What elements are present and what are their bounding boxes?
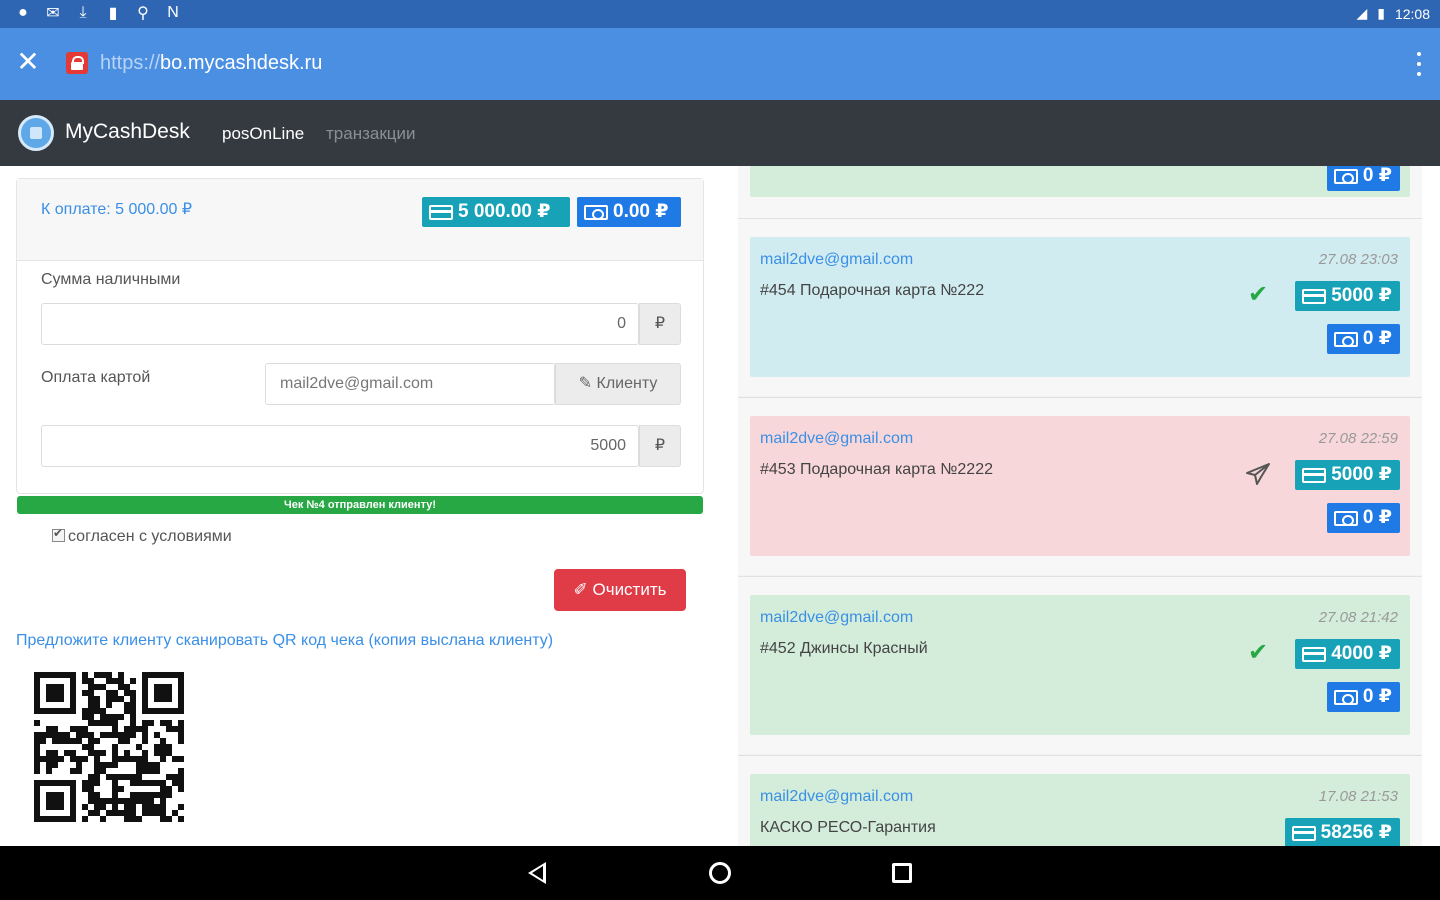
payment-card-header: К оплате: 5 000.00 ₽ 5 000.00 ₽ 0.00 ₽ [17, 179, 703, 261]
url-protocol: https:// [100, 52, 161, 74]
system-nav-bar [0, 846, 1440, 900]
card-value: 4000 ₽ [1331, 643, 1392, 664]
home-icon[interactable] [709, 862, 731, 884]
banknote-icon [1333, 169, 1358, 184]
cash-badge: 0 ₽ [1326, 166, 1400, 191]
credit-card-icon [1302, 289, 1327, 304]
transaction-date: 27.08 21:42 [1318, 609, 1398, 626]
notification-icons: ● ✉ ⤓ ▮ ⚲ N [14, 4, 182, 22]
cash-value: 0 ₽ [1362, 507, 1392, 528]
recent-apps-icon[interactable] [892, 863, 912, 883]
card-badge: 5000 ₽ [1295, 460, 1400, 490]
qr-hint-link[interactable]: Предложите клиенту сканировать QR код че… [16, 632, 553, 650]
check-icon: ✔ [1247, 639, 1269, 666]
transaction-row[interactable]: mail2dve@gmail.com 17.08 21:53 КАСКО РЕС… [738, 755, 1422, 846]
cash-total-badge: 0.00 ₽ [577, 197, 681, 227]
client-email-input[interactable]: mail2dve@gmail.com [265, 363, 555, 405]
card-value: 5000 ₽ [1331, 285, 1392, 306]
transaction-row[interactable]: 0 ₽ [738, 166, 1422, 218]
cash-value: 0 ₽ [1362, 328, 1392, 349]
receipt-progress-bar: Чек №4 отправлен клиенту! [17, 496, 703, 514]
app-navbar: MyCashDesk posOnLine транзакции [0, 100, 1440, 166]
cash-currency-addon: ₽ [639, 303, 681, 345]
card-badge: 5000 ₽ [1295, 281, 1400, 311]
lock-icon[interactable] [66, 52, 88, 74]
transaction-description: #454 Подарочная карта №222 [760, 282, 985, 299]
download-icon: ⤓ [79, 4, 87, 21]
receipt-qr-code [34, 672, 184, 822]
amount-to-pay: К оплате: 5 000.00 ₽ [41, 201, 193, 218]
sd-card-icon: ▮ [108, 5, 118, 22]
cash-badge: 0 ₽ [1326, 324, 1400, 354]
url-host: bo.mycashdesk.ru [160, 52, 323, 74]
brand-logo-icon[interactable] [18, 115, 54, 151]
banknote-icon [1333, 690, 1358, 705]
brand-name[interactable]: MyCashDesk [65, 120, 190, 144]
location-icon: ● [18, 4, 28, 21]
check-icon: ✔ [1247, 281, 1269, 308]
transaction-description: КАСКО РЕСО-Гарантия [760, 819, 936, 836]
banknote-icon [1333, 332, 1358, 347]
transaction-date: 27.08 22:59 [1318, 430, 1398, 447]
transaction-description: #452 Джинсы Красный [760, 640, 928, 657]
cash-total-value: 0.00 ₽ [613, 201, 669, 222]
credit-card-icon [1291, 826, 1316, 841]
terms-checkbox[interactable] [52, 526, 65, 542]
url-bar[interactable]: https://bo.mycashdesk.ru [100, 52, 322, 75]
card-total-badge: 5 000.00 ₽ [422, 197, 570, 227]
terms-agreement[interactable]: согласен с условиями [52, 526, 232, 546]
card-payment-label: Оплата картой [41, 369, 151, 386]
transaction-row[interactable]: mail2dve@gmail.com 27.08 21:42 #452 Джин… [738, 576, 1422, 754]
signal-icon: ◢ [1356, 5, 1368, 21]
cash-badge: 0 ₽ [1326, 682, 1400, 712]
payment-card: К оплате: 5 000.00 ₽ 5 000.00 ₽ 0.00 ₽ С… [16, 178, 704, 494]
close-icon[interactable]: ✕ [14, 48, 42, 76]
card-badge: 58256 ₽ [1284, 818, 1400, 846]
paper-plane-icon[interactable] [1244, 462, 1272, 486]
clock: 12:08 [1394, 5, 1430, 22]
back-icon[interactable] [528, 862, 546, 884]
cash-value: 0 ₽ [1362, 686, 1392, 707]
overflow-menu-icon[interactable] [1416, 52, 1422, 76]
card-total-value: 5 000.00 ₽ [458, 201, 551, 222]
transaction-email[interactable]: mail2dve@gmail.com [760, 609, 913, 627]
transaction-email[interactable]: mail2dve@gmail.com [760, 251, 913, 269]
payment-panel: К оплате: 5 000.00 ₽ 5 000.00 ₽ 0.00 ₽ С… [0, 166, 720, 846]
transactions-panel: 0 ₽ mail2dve@gmail.com 27.08 23:03 #454 … [738, 166, 1422, 846]
nav-pos-online[interactable]: posOnLine [222, 124, 304, 144]
transaction-email[interactable]: mail2dve@gmail.com [760, 430, 913, 448]
transaction-row[interactable]: mail2dve@gmail.com 27.08 23:03 #454 Пода… [738, 218, 1422, 396]
browser-toolbar: ✕ https://bo.mycashdesk.ru [0, 28, 1440, 100]
cash-amount-input[interactable]: 0 [41, 303, 639, 345]
banknote-icon [1333, 511, 1358, 526]
transaction-date: 27.08 23:03 [1318, 251, 1398, 268]
nav-transactions[interactable]: транзакции [326, 124, 416, 144]
battery-icon: ▮ [1377, 5, 1385, 21]
card-currency-addon: ₽ [639, 425, 681, 467]
status-right: ◢ ▮ 12:08 [1356, 5, 1430, 22]
status-bar: ● ✉ ⤓ ▮ ⚲ N ◢ ▮ 12:08 [0, 0, 1440, 28]
card-value: 5000 ₽ [1331, 464, 1392, 485]
map-pin-icon: ⚲ [137, 5, 149, 22]
receipt-progress: Чек №4 отправлен клиенту! [17, 496, 703, 514]
credit-card-icon [1302, 647, 1327, 662]
terms-label: согласен с условиями [68, 528, 232, 545]
transaction-description: #453 Подарочная карта №2222 [760, 461, 993, 478]
transaction-email[interactable]: mail2dve@gmail.com [760, 788, 913, 806]
cash-badge: 0 ₽ [1326, 503, 1400, 533]
banknote-icon [584, 205, 608, 220]
nfc-icon: N [167, 4, 179, 21]
send-to-client-button[interactable]: ✎ Клиенту [555, 363, 681, 405]
credit-card-icon [429, 205, 453, 220]
transaction-row[interactable]: mail2dve@gmail.com 27.08 22:59 #453 Пода… [738, 397, 1422, 575]
credit-card-icon [1302, 468, 1327, 483]
card-badge: 4000 ₽ [1295, 639, 1400, 669]
clear-button[interactable]: ✐ Очистить [554, 569, 686, 611]
card-value: 58256 ₽ [1320, 822, 1392, 843]
card-amount-input[interactable]: 5000 [41, 425, 639, 467]
cash-amount-label: Сумма наличными [41, 271, 181, 288]
cash-value: 0 ₽ [1362, 166, 1392, 186]
email-icon: ✉ [46, 5, 60, 22]
transaction-date: 17.08 21:53 [1318, 788, 1398, 805]
